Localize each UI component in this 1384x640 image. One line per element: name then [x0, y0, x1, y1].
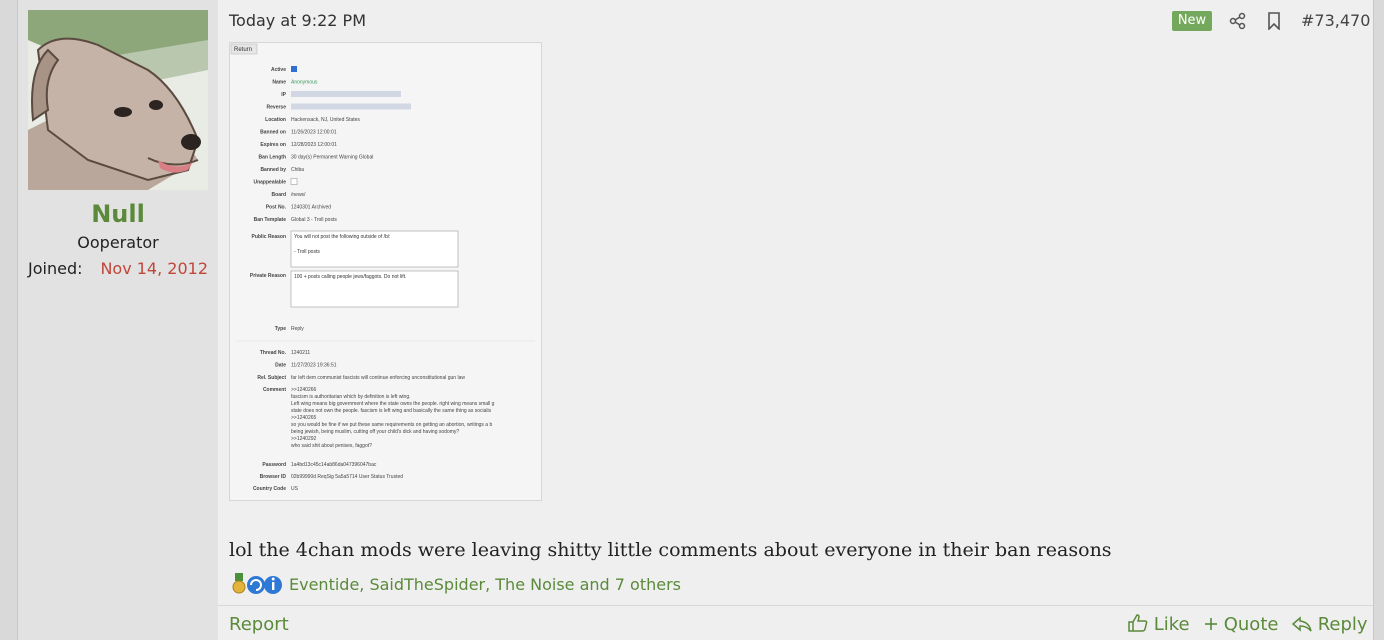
country-code-value: US [291, 486, 299, 492]
ban-field-label: IP [281, 92, 286, 98]
public-reason-line1: You will not post the following outside … [294, 234, 391, 240]
joined-label: Joined: [28, 259, 83, 278]
ban-field-value: 11/26/2023 12:00:01 [291, 130, 337, 136]
joined-date: Nov 14, 2012 [100, 259, 208, 278]
like-button[interactable]: Like [1128, 614, 1190, 635]
bookmark-icon[interactable] [1267, 12, 1281, 30]
avatar[interactable] [28, 10, 208, 190]
private-reason-text: 100 + posts calling people jews/faggots.… [294, 274, 406, 280]
type-value: Reply [291, 326, 304, 332]
user-title: Ooperator [77, 233, 159, 252]
redacted-blur [291, 103, 411, 110]
type-label: Type [275, 326, 287, 332]
browser-id-value: 02b99990d ReqSig 5a5a5714 User Status Tr… [291, 474, 403, 480]
comment-line: so you would be fine if we put these sam… [291, 422, 492, 428]
ban-field-label: Active [271, 67, 286, 73]
password-value: 1a4bd13c45c14ab86da047396047bac [291, 462, 377, 468]
like-icon [1128, 614, 1148, 632]
ban-field-value: /news/ [291, 192, 306, 198]
attachment-image[interactable]: Return Active Name Anonymous IP Reverse Locat… [229, 42, 542, 501]
comment-line: who said shit about penises, faggot? [291, 443, 372, 449]
public-reason-label: Public Reason [252, 234, 286, 240]
quote-icon [1205, 618, 1217, 630]
comment-line: >>1240265 [291, 415, 317, 421]
ban-field-value: 12/28/2023 12:00:01 [291, 142, 337, 148]
quote-label: Quote [1223, 614, 1279, 635]
comment-line: Left wing means big government where the… [291, 401, 495, 407]
password-label: Password [262, 462, 286, 468]
comment-line: state does not own the people. fascism i… [291, 408, 492, 414]
ban-field-label: Ban Length [259, 155, 287, 161]
post-field-value: far left dem communist fascists will con… [291, 375, 465, 381]
ban-field-label: Board [272, 192, 286, 198]
redacted-blur [291, 91, 401, 97]
ban-field-label: Banned by [260, 167, 286, 173]
public-reason-line2: - Troll posts [294, 249, 320, 255]
like-label: Like [1153, 614, 1190, 635]
browser-id-label: Browser ID [260, 474, 287, 480]
post-main: Today at 9:22 PM New #73,470 Return Acti… [218, 0, 1373, 640]
share-icon[interactable] [1229, 12, 1247, 30]
comment-line: >>1240266 [291, 387, 317, 393]
post-field-label: Thread No. [260, 350, 287, 356]
ban-field-label: Location [265, 117, 286, 123]
post-number[interactable]: #73,470 [1301, 11, 1370, 30]
footer-divider [218, 605, 1373, 606]
ban-field-value: 30 day(s) Permanent Warning Global [291, 155, 373, 161]
report-link[interactable]: Report [229, 614, 289, 635]
country-code-label: Country Code [253, 486, 286, 492]
post-field-label: Rel. Subject [257, 375, 286, 381]
reaction-info-icon [264, 576, 282, 594]
username[interactable]: Null [18, 200, 218, 228]
ban-field-value: 1240301 Archived [291, 205, 331, 211]
unappealable-checkbox [290, 178, 298, 185]
comment-label: Comment [263, 387, 286, 393]
reply-button[interactable]: Reply [1291, 614, 1368, 635]
comment-line: >>1240292 [291, 436, 317, 442]
post-timestamp[interactable]: Today at 9:22 PM [229, 11, 366, 30]
ban-field-label: Expires on [260, 142, 286, 148]
ban-field-label: Post No. [266, 205, 287, 211]
user-sidebar: Null Ooperator Joined: Nov 14, 2012 [18, 0, 218, 640]
ban-field-value: Anonymous [291, 80, 318, 86]
post-body: lol the 4chan mods were leaving shitty l… [229, 539, 1112, 561]
new-badge: New [1172, 11, 1212, 31]
quote-button[interactable]: Quote [1204, 614, 1278, 635]
reactions-users[interactable]: Eventide, SaidTheSpider, The Noise and 7… [289, 575, 681, 594]
active-checkbox [291, 66, 297, 72]
comment-line: being jewish, being muslim, cutting off … [291, 429, 459, 435]
reply-label: Reply [1317, 614, 1368, 635]
comment-line: fascism is authoritarian which by defini… [291, 394, 411, 400]
ban-field-label: Reverse [267, 105, 287, 111]
ban-field-label: Name [272, 80, 286, 86]
post-container: Null Ooperator Joined: Nov 14, 2012 Toda… [17, 0, 1374, 640]
private-reason-label: Private Reason [250, 273, 286, 279]
ban-field-label: Unappealable [253, 180, 286, 186]
ban-field-value: Chiba [291, 167, 304, 173]
post-field-value: 11/27/2023 19:36:51 [291, 363, 337, 369]
ban-field-label: Ban Template [254, 217, 287, 223]
return-button: Return [234, 47, 252, 53]
ban-field-value: Hackensack, NJ, United States [291, 117, 360, 123]
post-field-value: 1240211 [291, 350, 310, 356]
reply-icon [1291, 616, 1312, 632]
post-field-label: Date [275, 363, 286, 369]
ban-field-value: Global 3 - Troll posts [291, 217, 337, 223]
ban-field-label: Banned on [260, 130, 286, 136]
